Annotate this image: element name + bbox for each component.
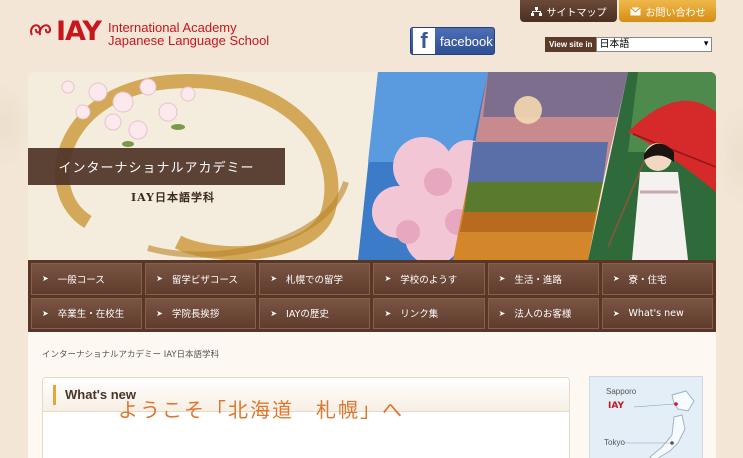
nav-item-label: 一般コース — [57, 274, 105, 286]
arrow-right-icon: ➤ — [384, 308, 392, 318]
nav-item-label: リンク集 — [400, 309, 439, 321]
hero-subtitle: IAY日本語学科 — [131, 191, 215, 204]
nav-item-label: 札幌での留学 — [286, 274, 344, 286]
sitemap-icon — [530, 6, 542, 16]
arrow-right-icon: ➤ — [156, 274, 163, 284]
logo-line-2: Japanese Language School — [108, 33, 270, 48]
sitemap-button[interactable]: サイトマップ — [520, 0, 617, 22]
nav-item-student-visa-course[interactable]: ➤ 留学ビザコース — [145, 263, 257, 295]
language-label: View site in — [545, 37, 597, 52]
access-map[interactable]: Sapporo IAY Tokyo — [589, 376, 703, 458]
arrow-right-icon: ➤ — [42, 274, 49, 284]
language-value: 日本語 — [599, 39, 630, 50]
arrow-right-icon: ➤ — [42, 308, 49, 318]
arrow-right-icon: ➤ — [384, 274, 392, 284]
facebook-label: facebook — [440, 33, 493, 49]
map-label-iay: IAY — [608, 401, 624, 411]
nav-item-label: 学院長挨拶 — [171, 309, 220, 321]
nav-item-label: 学校のようす — [400, 274, 458, 286]
contact-button[interactable]: お問い合わせ — [619, 0, 716, 22]
nav-item-director-greeting[interactable]: ➤ 学院長挨拶 — [145, 297, 257, 329]
arrow-right-icon: ➤ — [498, 274, 506, 284]
nav-item-dormitory-housing[interactable]: ➤ 寮・住宅 — [601, 263, 713, 295]
nav-item-label: What's new — [628, 307, 684, 319]
nav-item-school-life[interactable]: ➤ 学校のようす — [373, 263, 485, 295]
arrow-right-icon: ➤ — [156, 308, 163, 318]
nav-item-graduates-students[interactable]: ➤ 卒業生・在校生 — [31, 297, 143, 329]
logo-iay-text: IAY — [56, 16, 102, 47]
nav-item-study-in-sapporo[interactable]: ➤ 札幌での留学 — [259, 263, 371, 295]
nav-item-iay-history[interactable]: ➤ IAYの歴史 — [259, 297, 371, 329]
nav-item-corporate-clients[interactable]: ➤ 法人のお客様 — [487, 297, 599, 329]
nav-item-label: 留学ビザコース — [171, 274, 238, 286]
logo-swirl-icon — [30, 24, 52, 36]
arrow-right-icon: ➤ — [612, 274, 620, 284]
nav-item-label: 法人のお客様 — [514, 309, 572, 321]
nav-item-label: IAYの歴史 — [286, 309, 329, 321]
facebook-button[interactable]: f facebook — [410, 27, 495, 55]
mail-icon — [629, 6, 641, 15]
language-select[interactable]: 日本語 ▾ — [596, 37, 713, 52]
map-label-tokyo: Tokyo — [604, 438, 625, 447]
background-flower-right — [715, 100, 743, 210]
nav-item-general-course[interactable]: ➤ 一般コース — [31, 263, 143, 295]
arrow-right-icon: ➤ — [270, 308, 278, 318]
site-logo[interactable]: IAY International Academy Japanese Langu… — [28, 16, 288, 50]
facebook-icon: f — [413, 28, 435, 54]
nav-item-life-career[interactable]: ➤ 生活・進路 — [487, 263, 599, 295]
contact-label: お問い合わせ — [645, 7, 706, 19]
nav-item-links[interactable]: ➤ リンク集 — [373, 297, 485, 329]
heading-accent-bar — [53, 384, 56, 405]
main-navigation: ➤ 一般コース ➤ 留学ビザコース ➤ 札幌での留学 ➤ 学校のようす ➤ 生活・進路 ➤… — [28, 260, 716, 332]
hero-banner: インターナショナルアカデミー IAY日本語学科 — [28, 72, 716, 260]
map-label-sapporo: Sapporo — [606, 387, 637, 396]
nav-item-whats-new[interactable]: ➤ What's new — [601, 297, 713, 329]
arrow-right-icon: ➤ — [270, 274, 278, 284]
arrow-right-icon: ➤ — [612, 308, 620, 318]
background-flower-left — [0, 80, 30, 170]
welcome-heading: ようこそ「北海道 札幌」へ — [118, 398, 404, 422]
sitemap-label: サイトマップ — [546, 7, 607, 19]
hero-title: インターナショナルアカデミー — [28, 148, 285, 185]
arrow-right-icon: ➤ — [498, 308, 506, 318]
main-content: インターナショナルアカデミー IAY日本語学科 What's new ようこそ「… — [28, 332, 716, 458]
chevron-down-icon: ▾ — [703, 39, 709, 49]
breadcrumb: インターナショナルアカデミー IAY日本語学科 — [42, 350, 220, 360]
nav-item-label: 生活・進路 — [514, 274, 562, 286]
nav-item-label: 寮・住宅 — [628, 274, 667, 286]
language-selector: View site in 日本語 ▾ — [545, 37, 713, 52]
nav-item-label: 卒業生・在校生 — [57, 309, 125, 321]
